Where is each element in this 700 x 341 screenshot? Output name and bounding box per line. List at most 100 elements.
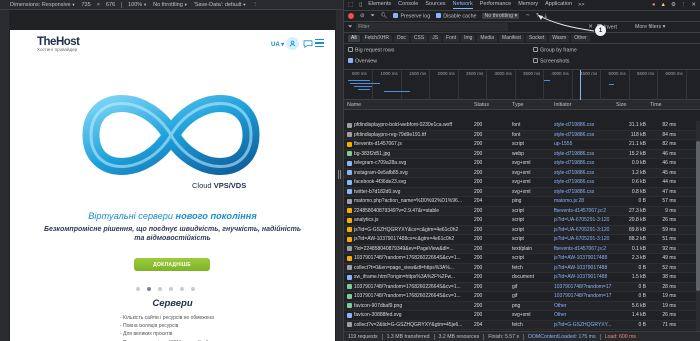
search-icon[interactable]: 🔍︎ — [381, 13, 388, 19]
type-filter-doc[interactable]: Doc — [394, 34, 409, 42]
cell-initiator[interactable]: Other — [554, 312, 616, 318]
wifi-icon[interactable]: ⌔ — [525, 13, 530, 20]
type-filter-css[interactable]: CSS — [410, 34, 428, 42]
col-status[interactable]: Status — [474, 102, 512, 108]
type-filter-other[interactable]: Other — [571, 34, 590, 42]
tab-network[interactable]: Network — [452, 1, 473, 9]
resize-bar-right[interactable] — [336, 10, 343, 341]
cell-initiator[interactable]: fbevents-d1457067.js:2 — [554, 208, 616, 214]
request-row[interactable]: fbevents-d1457067.js 200 script up-1555 21.1… — [344, 140, 700, 150]
language-switch[interactable]: UA ▾ — [271, 41, 284, 48]
device-toggle-icon[interactable]: ▯ — [359, 2, 362, 8]
record-icon[interactable] — [348, 13, 354, 19]
menu-icon[interactable] — [315, 39, 324, 49]
cell-initiator[interactable]: js?id=UA-6705291-3:120 — [554, 227, 616, 233]
request-row[interactable]: pfdindisplaypro-bold-webfont-0230e1ca.wo… — [344, 121, 700, 131]
site-logo[interactable]: TheHost Хостинг провайдер — [37, 36, 80, 52]
big-request-rows-checkbox[interactable]: Big request rows — [348, 47, 394, 54]
cell-initiator[interactable]: style-d719886.css — [554, 151, 616, 157]
col-name[interactable]: Name — [344, 102, 474, 108]
type-filter-socket[interactable]: Socket — [525, 34, 548, 42]
cell-initiator[interactable]: fbevents-d1457067.js:2 — [554, 246, 616, 252]
cell-initiator[interactable]: up-1555 — [554, 141, 616, 147]
request-row[interactable]: sw_iframe.html?origin=https%3A%2F%2Fw...… — [344, 273, 700, 283]
warning-counter-icon[interactable]: ▲ — [661, 2, 666, 8]
error-counter-icon[interactable]: ● — [652, 2, 655, 8]
details-button[interactable]: ДОКЛАДНІШЕ — [134, 258, 210, 271]
request-row[interactable]: facebook-4f36de23.svg 200 svg+xml style-d71… — [344, 178, 700, 188]
clear-icon[interactable]: ⊘ — [360, 13, 364, 19]
request-row[interactable]: matomo.php?action_name=%D0%92%D1%96... 20… — [344, 197, 700, 207]
request-row[interactable]: pfdindisplaypro-reg-79d9e191.ttf 200 font s… — [344, 130, 700, 140]
tab-console[interactable]: Console — [398, 1, 418, 9]
cell-initiator[interactable]: matomo.js:28 — [554, 198, 616, 204]
zoom-select[interactable]: 100%▼ — [128, 2, 147, 8]
cell-initiator[interactable]: js?id=AW-10379017488 — [554, 255, 616, 261]
inspect-icon[interactable]: ⬚ — [348, 2, 353, 8]
table-scrollbar[interactable] — [696, 121, 700, 331]
request-row[interactable]: analytics.js 200 script js?id=UA-6705291-3:… — [344, 216, 700, 226]
request-row[interactable]: bg-383f2d51.jpg 200 webp style-d719886.css 1… — [344, 149, 700, 159]
group-by-frame-checkbox[interactable]: Group by frame — [533, 47, 577, 54]
width-input[interactable]: 735 — [82, 2, 91, 8]
request-row[interactable]: favicon-30888fed.svg 200 svg+xml Other 1.4 k… — [344, 311, 700, 321]
more-options-icon[interactable]: ⋮ — [681, 2, 687, 8]
throttling-select[interactable]: No throttling ▾ — [482, 13, 520, 19]
type-filter-wasm[interactable]: Wasm — [549, 34, 570, 42]
request-row[interactable]: 224858040879349?v=2.9.47&r=stable 200 scri… — [344, 206, 700, 216]
type-filter-img[interactable]: Img — [461, 34, 476, 42]
request-row[interactable]: collect?v=2&tid=G-GSZHQGRYXY&gtm=45je6..… — [344, 320, 700, 330]
overview-checkbox[interactable]: Overview — [348, 58, 377, 65]
filter-icon[interactable]: ⏷ — [370, 13, 374, 20]
cell-initiator[interactable]: js?id=UA-6705291-3:120 — [554, 217, 616, 223]
chat-icon[interactable] — [301, 37, 314, 50]
type-filter-manifest[interactable]: Manifest — [499, 34, 524, 42]
request-row[interactable]: instagram-0e5afb85.svg 200 svg+xml style-d7… — [344, 168, 700, 178]
slider-dot[interactable] — [169, 287, 173, 291]
type-filter-font[interactable]: Font — [443, 34, 460, 42]
disable-cache-checkbox[interactable]: Disable cache — [436, 12, 476, 19]
filter-input[interactable]: Filter — [356, 23, 509, 31]
timeline-overview[interactable]: 500 ms 1000 ms 1500 ms 2000 ms 2500 ms 3000 m… — [344, 70, 700, 100]
tab-performance[interactable]: Performance — [480, 1, 512, 9]
cell-initiator[interactable]: style-d719886.css — [554, 189, 616, 195]
type-filter-js[interactable]: JS — [429, 34, 442, 42]
tab-sources[interactable]: Sources — [425, 1, 445, 9]
slider-dot[interactable] — [180, 287, 184, 291]
cell-initiator[interactable]: js?id=UA-6705291-3:120 — [554, 236, 616, 242]
account-icon[interactable] — [286, 37, 299, 50]
cell-initiator[interactable]: 1037901748/?random=17 — [554, 284, 616, 290]
screenshots-checkbox[interactable]: Screenshots — [533, 58, 569, 65]
resize-handle-icon[interactable] — [338, 170, 341, 179]
request-row[interactable]: telegram-c709a28a.svg 200 svg+xml style-d71… — [344, 159, 700, 169]
preserve-log-checkbox[interactable]: Preserve log — [393, 12, 430, 19]
scrollbar-thumb[interactable] — [696, 141, 700, 291]
cell-initiator[interactable]: js?id=AW-10379017488 — [554, 274, 616, 280]
type-filter-all[interactable]: All — [348, 34, 360, 42]
more-options-icon[interactable]: ⋮ — [252, 2, 258, 8]
cell-initiator[interactable]: style-d719886.css — [554, 179, 616, 185]
col-time[interactable]: Time — [650, 102, 680, 108]
type-filter-fetch-xhr[interactable]: Fetch/XHR — [361, 34, 393, 42]
cell-initiator[interactable]: 1037901748/?random=17 — [554, 293, 616, 299]
more-filters-select[interactable]: More filters ▾ — [635, 24, 665, 30]
slider-dot[interactable] — [136, 287, 140, 291]
cell-initiator[interactable]: style-d719886.css — [554, 132, 616, 138]
slider-dot[interactable] — [158, 287, 162, 291]
request-row[interactable]: twitter-b7d182d0.svg 200 svg+xml style-d719… — [344, 187, 700, 197]
slider-dot[interactable] — [147, 287, 151, 291]
request-row[interactable]: 1037901748/?random=176826022664S&cv=1...… — [344, 292, 700, 302]
request-row[interactable]: 1037901748/?random=176826022664S&cv=1...… — [344, 282, 700, 292]
dimensions-select[interactable]: Dimensions: Responsive▼ — [10, 2, 76, 8]
cell-initiator[interactable]: style-d719886.css — [554, 122, 616, 128]
request-row[interactable]: js?id=AW-10379017488cx=c&gtm=4e61c0h2 200… — [344, 235, 700, 245]
throttling-select[interactable]: No throttling▼ — [153, 2, 188, 8]
cell-initiator[interactable]: js?id=AW-10379017488 — [554, 265, 616, 271]
settings-gear-icon[interactable]: ⚙ — [671, 2, 676, 8]
col-size[interactable]: Size — [616, 102, 650, 108]
save-data-select[interactable]: 'Save-Data': default▼ — [194, 2, 247, 8]
close-icon[interactable]: ✕ — [691, 2, 696, 8]
request-row[interactable]: collect?t=0&en=page_view&dl=https%3A%...… — [344, 263, 700, 273]
type-filter-media[interactable]: Media — [477, 34, 498, 42]
request-row[interactable]: js?id=G-GSZHQGRYXY&cx=c&gtm=4e61c0h2 200 s… — [344, 225, 700, 235]
